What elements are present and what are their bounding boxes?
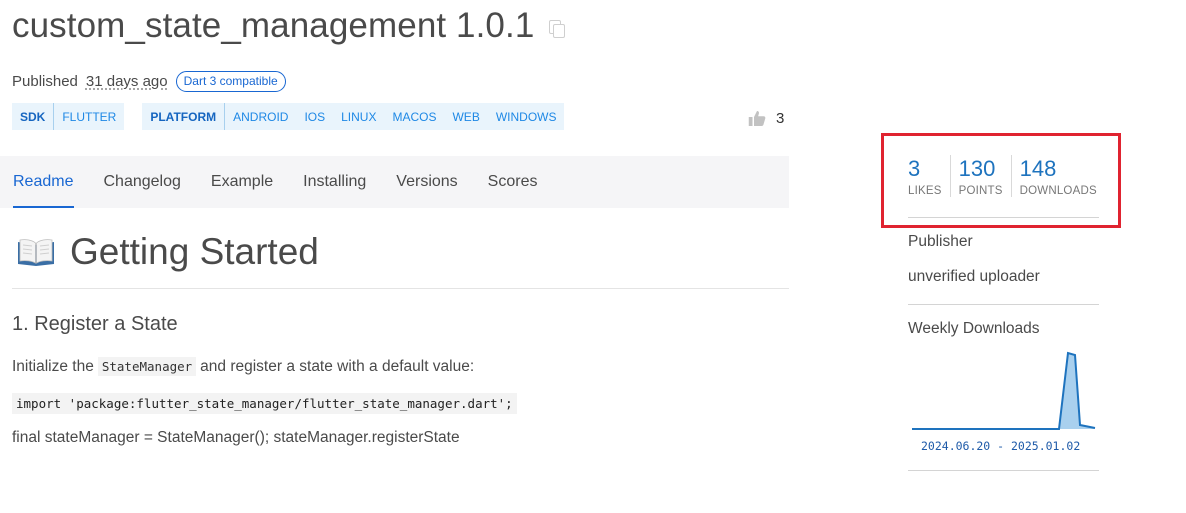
weekly-range: 2024.06.20 - 2025.01.02 [921, 439, 1081, 453]
heading-divider [12, 288, 789, 289]
published-ago: 31 days ago [85, 73, 168, 90]
downloads-label: DOWNLOADS [1019, 185, 1097, 197]
weekly-divider [908, 470, 1099, 471]
para-text-after: and register a state with a default valu… [200, 357, 475, 375]
tag-flutter[interactable]: FLUTTER [54, 103, 124, 130]
readme-h3: 1. Register a State [12, 313, 178, 335]
tab-installing[interactable]: Installing [288, 156, 381, 208]
stats-divider [908, 217, 1099, 218]
tab-example[interactable]: Example [196, 156, 288, 208]
tag-android[interactable]: ANDROID [225, 103, 296, 130]
points-label: POINTS [958, 185, 1003, 197]
tag-group-platform: PLATFORM ANDROID IOS LINUX MACOS WEB WIN… [142, 103, 565, 130]
tag-linux[interactable]: LINUX [333, 103, 384, 130]
stat-points[interactable]: 130 POINTS [949, 155, 1011, 197]
para-text-before: Initialize the [12, 357, 94, 375]
tag-windows[interactable]: WINDOWS [488, 103, 565, 130]
publisher-label: Publisher [908, 233, 973, 250]
tab-versions[interactable]: Versions [381, 156, 472, 208]
points-value: 130 [958, 156, 996, 181]
import-code: import 'package:flutter_state_manager/fl… [12, 393, 517, 414]
readme-heading: Getting Started [16, 231, 319, 273]
weekly-downloads-sparkline[interactable] [910, 345, 1100, 437]
readme-h1: Getting Started [70, 231, 319, 272]
readme-paragraph-2: final stateManager = StateManager(); sta… [12, 429, 460, 446]
tags-row: SDK FLUTTER PLATFORM ANDROID IOS LINUX M… [12, 103, 565, 130]
stats-row: 3 LIKES 130 POINTS 148 DOWNLOADS [908, 155, 1105, 197]
tabs-bar: Readme Changelog Example Installing Vers… [0, 156, 789, 208]
likes-value: 3 [908, 156, 921, 181]
published-label: Published [12, 73, 78, 90]
downloads-value: 148 [1019, 156, 1057, 181]
tab-scores[interactable]: Scores [473, 156, 553, 208]
readme-paragraph: Initialize the StateManager and register… [12, 357, 474, 376]
tag-group-sdk: SDK FLUTTER [12, 103, 125, 130]
publisher-divider [908, 304, 1099, 305]
tag-macos[interactable]: MACOS [384, 103, 444, 130]
open-book-icon [18, 239, 54, 266]
thumbs-up-icon[interactable] [748, 110, 766, 127]
tag-head-sdk[interactable]: SDK [12, 103, 55, 130]
publisher-value: unverified uploader [908, 268, 1040, 285]
package-title: custom_state_management 1.0.1 [12, 6, 535, 45]
like-area: 3 [748, 110, 784, 127]
tag-ios[interactable]: IOS [296, 103, 333, 130]
tag-web[interactable]: WEB [444, 103, 487, 130]
tab-changelog[interactable]: Changelog [88, 156, 195, 208]
title-row: custom_state_management 1.0.1 [12, 6, 568, 46]
likes-label: LIKES [908, 185, 942, 197]
stat-likes[interactable]: 3 LIKES [908, 155, 950, 197]
stat-downloads[interactable]: 148 DOWNLOADS [1010, 155, 1105, 197]
dart3-badge[interactable]: Dart 3 compatible [175, 71, 286, 92]
like-count: 3 [776, 110, 785, 127]
tab-readme[interactable]: Readme [0, 156, 88, 208]
weekly-downloads-label: Weekly Downloads [908, 320, 1040, 337]
copy-icon[interactable] [548, 19, 568, 39]
tag-head-platform[interactable]: PLATFORM [142, 103, 226, 130]
inline-code: StateManager [97, 357, 197, 376]
publish-meta: Published 31 days ago Dart 3 compatible [12, 71, 286, 92]
